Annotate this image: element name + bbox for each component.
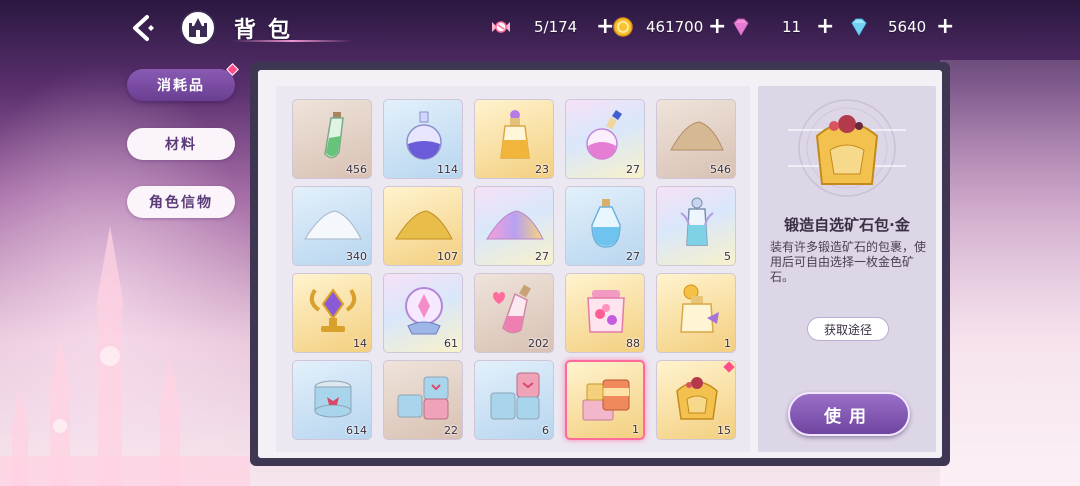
can-stack-icon	[397, 376, 449, 420]
item-slot-selected[interactable]: 1	[565, 360, 645, 440]
item-slot[interactable]: 15	[656, 360, 736, 440]
item-count: 1	[632, 423, 639, 436]
item-count: 15	[717, 424, 731, 437]
item-slot[interactable]: 340	[292, 186, 372, 266]
ore-pack-gold-icon	[676, 377, 718, 420]
item-count: 114	[437, 163, 458, 176]
resource-gold: 461700 +	[612, 14, 726, 40]
title-underline	[232, 40, 352, 42]
candy-icon	[492, 21, 510, 33]
pink-gem-icon	[733, 18, 749, 36]
item-slot[interactable]: 1	[656, 273, 736, 353]
tab-materials[interactable]: 材料	[127, 128, 235, 160]
item-count: 340	[346, 250, 367, 263]
use-button[interactable]: 使用	[788, 392, 910, 436]
item-slot[interactable]: 456	[292, 99, 372, 179]
ornate-vial-icon	[680, 197, 714, 246]
rainbow-powder-icon	[486, 210, 544, 240]
tab-label: 材料	[165, 137, 197, 153]
item-count: 14	[353, 337, 367, 350]
sand-pile-icon	[670, 121, 724, 151]
green-potion-icon	[324, 112, 344, 159]
tab-consumables[interactable]: 消耗品	[127, 63, 239, 101]
add-diamond-button[interactable]: +	[936, 16, 954, 38]
item-slot[interactable]: 88	[565, 273, 645, 353]
gold-trophy-icon	[309, 288, 357, 332]
item-slot[interactable]: 23	[474, 99, 554, 179]
purple-potion-icon	[406, 111, 442, 160]
item-count: 27	[626, 250, 640, 263]
gold-coin-icon	[613, 17, 633, 37]
item-count: 546	[710, 163, 731, 176]
can-gift-set-icon	[582, 379, 630, 421]
back-button[interactable]	[124, 10, 160, 46]
item-grid: 456 114 23 27 546 340 107 27 27 5 14 61 …	[276, 86, 750, 452]
inventory-panel: 456 114 23 27 546 340 107 27 27 5 14 61 …	[250, 62, 950, 466]
blue-diamond-icon	[851, 18, 867, 36]
tab-label: 消耗品	[157, 78, 205, 94]
diamond-count: 5640	[888, 18, 927, 36]
item-name: 锻造自选矿石包·金	[784, 216, 910, 234]
item-count: 456	[346, 163, 367, 176]
item-slot[interactable]: 614	[292, 360, 372, 440]
rainbow-potion-icon	[586, 110, 622, 160]
item-count: 88	[626, 337, 640, 350]
item-slot[interactable]: 61	[383, 273, 463, 353]
item-slot[interactable]: 107	[383, 186, 463, 266]
candy-count: 5/174	[534, 18, 578, 36]
item-count: 107	[437, 250, 458, 263]
resource-candy: 5/174 +	[490, 14, 614, 40]
item-slot[interactable]: 27	[474, 186, 554, 266]
resource-diamond: 5640 +	[848, 14, 954, 40]
obtain-source-button[interactable]: 获取途径	[807, 317, 889, 341]
can-tower-icon	[490, 372, 540, 420]
item-detail-panel: 锻造自选矿石包·金 装有许多锻造矿石的包裹，使用后可自由选择一枚金色矿石。 获取…	[758, 86, 936, 452]
item-slot[interactable]: 14	[292, 273, 372, 353]
item-count: 22	[444, 424, 458, 437]
item-count: 202	[528, 337, 549, 350]
home-button[interactable]	[180, 10, 216, 46]
item-slot[interactable]: 546	[656, 99, 736, 179]
item-slot[interactable]: 202	[474, 273, 554, 353]
item-count: 27	[535, 250, 549, 263]
item-count: 27	[626, 163, 640, 176]
blue-bottle-icon	[591, 199, 621, 248]
gold-potion-icon	[500, 110, 530, 159]
castle-silhouette	[0, 226, 250, 486]
item-slot[interactable]: 27	[565, 99, 645, 179]
item-count: 6	[542, 424, 549, 437]
single-can-icon	[314, 380, 352, 418]
heart-jar-icon	[587, 290, 625, 333]
item-slot[interactable]: 6	[474, 360, 554, 440]
item-count: 614	[346, 424, 367, 437]
ore-pack-gold-icon	[788, 99, 906, 197]
back-arrow-icon	[133, 15, 154, 41]
item-slot[interactable]: 22	[383, 360, 463, 440]
item-count: 1	[724, 337, 731, 350]
pink-gem-count: 11	[782, 18, 802, 36]
item-description: 装有许多锻造矿石的包裹，使用后可自由选择一枚金色矿石。	[770, 240, 927, 284]
crystal-orb-icon	[405, 287, 443, 335]
item-count: 5	[724, 250, 731, 263]
tab-label: 角色信物	[149, 195, 213, 211]
background-right-fade	[940, 60, 1080, 486]
item-slot[interactable]: 114	[383, 99, 463, 179]
item-slot[interactable]: 5	[656, 186, 736, 266]
perfume-icon	[680, 284, 719, 333]
inventory-panel-inner: 456 114 23 27 546 340 107 27 27 5 14 61 …	[258, 70, 942, 458]
item-count: 23	[535, 163, 549, 176]
white-powder-icon	[304, 210, 362, 240]
tab-character-tokens[interactable]: 角色信物	[127, 186, 235, 218]
castle-home-icon	[189, 18, 207, 37]
add-pink-gem-button[interactable]: +	[816, 16, 834, 38]
resource-pink-gem: 11 +	[730, 14, 834, 40]
heart-bottle-icon	[493, 284, 531, 334]
item-slot[interactable]: 27	[565, 186, 645, 266]
item-count: 61	[444, 337, 458, 350]
gold-powder-icon	[395, 210, 453, 240]
add-gold-button[interactable]: +	[708, 16, 726, 38]
top-bar: 背包 5/174 + 461700 + 11 + 5640 +	[0, 0, 1080, 56]
gold-count: 461700	[646, 18, 704, 36]
